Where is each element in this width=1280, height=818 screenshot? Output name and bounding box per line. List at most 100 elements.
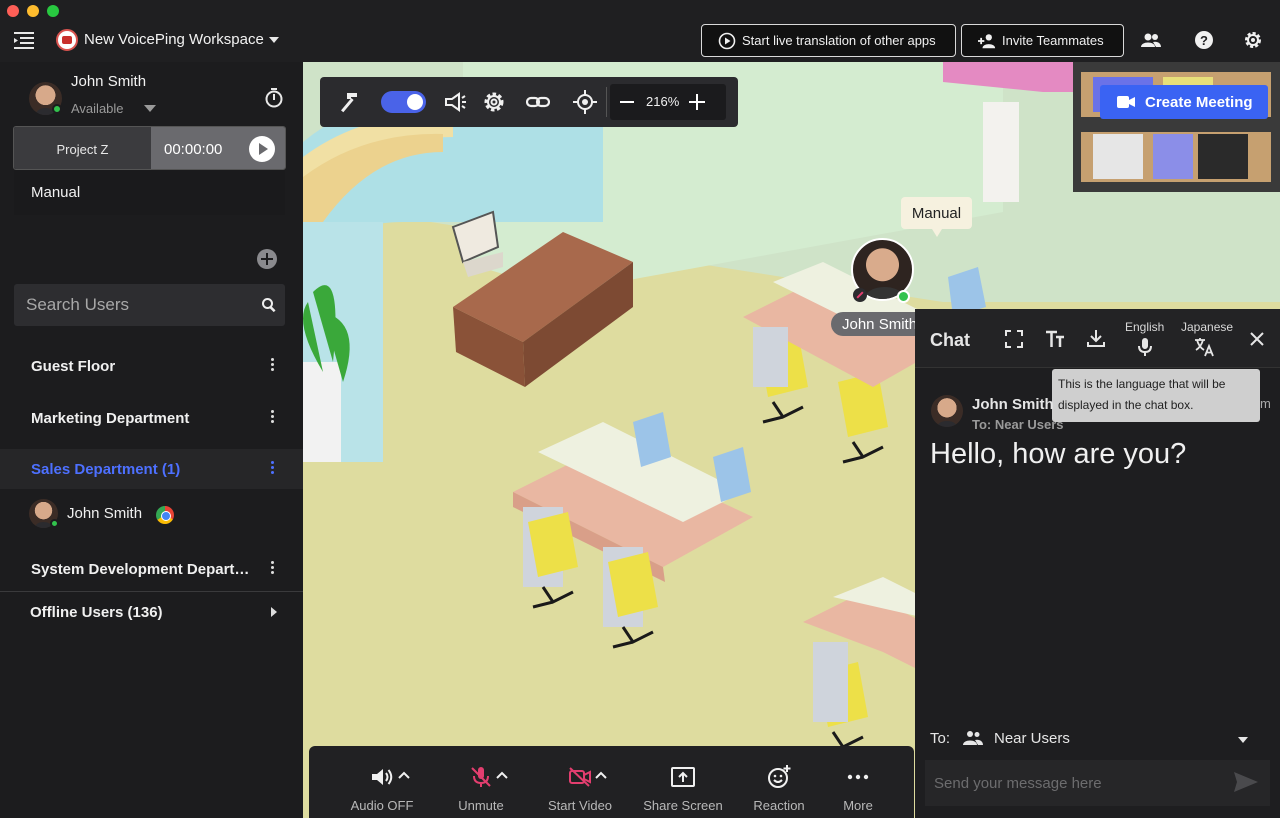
language-tooltip: This is the language that will be displa…	[1052, 369, 1260, 422]
mode-selector[interactable]: Manual	[14, 170, 285, 215]
mic-options-chevron-icon[interactable]	[496, 771, 508, 779]
audio-off-button[interactable]: Audio OFF	[337, 746, 427, 818]
zoom-out-button[interactable]	[620, 101, 634, 103]
help-icon[interactable]: ?	[1194, 30, 1214, 50]
workspace-name[interactable]: New VoicePing Workspace	[84, 31, 264, 48]
toolbar-separator	[606, 87, 607, 117]
message-input[interactable]	[925, 760, 1270, 806]
sidebar-divider	[0, 591, 303, 592]
reaction-button[interactable]: Reaction	[734, 746, 824, 818]
menu-icon[interactable]	[14, 31, 34, 49]
add-group-icon[interactable]	[257, 249, 277, 269]
group-sales-department[interactable]: Sales Department (1)	[0, 449, 303, 489]
close-window-button[interactable]	[7, 5, 19, 17]
settings-gear-icon[interactable]	[1243, 30, 1263, 50]
unmute-button[interactable]: Unmute	[436, 746, 526, 818]
audio-options-chevron-icon[interactable]	[398, 771, 410, 779]
hammer-icon[interactable]	[337, 90, 361, 114]
audio-off-label: Audio OFF	[350, 798, 414, 813]
minimize-window-button[interactable]	[27, 5, 39, 17]
close-icon[interactable]	[1247, 329, 1267, 349]
sidebar: John Smith Available Project Z 00:00:00 …	[0, 62, 303, 818]
start-live-translation-label: Start live translation of other apps	[742, 33, 936, 48]
start-video-button[interactable]: Start Video	[535, 746, 625, 818]
microphone-icon[interactable]	[1135, 337, 1155, 357]
group-label: System Development Depart…	[31, 560, 250, 578]
voiceping-app: New VoicePing Workspace Start live trans…	[0, 0, 1280, 818]
mic-off-icon	[471, 767, 491, 787]
offline-users-toggle[interactable]: Offline Users (136)	[30, 604, 163, 621]
send-icon[interactable]	[1233, 770, 1259, 794]
zoom-level: 216%	[646, 94, 680, 109]
zoom-in-button[interactable]	[689, 94, 705, 110]
play-circle-icon	[718, 32, 736, 50]
start-video-label: Start Video	[547, 798, 613, 813]
more-button[interactable]: More	[813, 746, 903, 818]
message-text: Hello, how are you?	[930, 438, 1187, 470]
group-options-icon[interactable]	[270, 410, 274, 426]
share-screen-button[interactable]: Share Screen	[638, 746, 728, 818]
map-settings-icon[interactable]	[482, 90, 506, 114]
group-marketing-department[interactable]: Marketing Department	[0, 398, 303, 438]
video-off-icon	[569, 767, 591, 787]
share-screen-label: Share Screen	[643, 798, 723, 813]
play-timer-button[interactable]	[249, 136, 275, 162]
video-camera-icon	[1117, 96, 1135, 108]
recipient-select[interactable]: Near Users	[994, 730, 1070, 747]
member-name[interactable]: John Smith	[67, 505, 142, 522]
target-language-label: Japanese	[1181, 320, 1234, 334]
message-sender-name: John Smith	[972, 396, 1054, 413]
invite-teammates-button[interactable]: Invite Teammates	[961, 24, 1124, 57]
text-size-icon[interactable]	[1045, 329, 1065, 349]
map-user-name[interactable]: John Smith	[831, 312, 921, 336]
group-label: Guest Floor	[31, 357, 116, 375]
expand-icon[interactable]	[1004, 329, 1024, 349]
search-users-input[interactable]	[14, 284, 244, 326]
download-icon[interactable]	[1086, 328, 1106, 348]
group-options-icon[interactable]	[270, 561, 274, 577]
project-timer: Project Z 00:00:00	[13, 126, 286, 170]
video-options-chevron-icon[interactable]	[595, 771, 607, 779]
member-online-dot	[50, 519, 59, 528]
recipient-dropdown-icon[interactable]	[1238, 737, 1248, 743]
group-label: Marketing Department	[31, 409, 190, 427]
chat-header: Chat English Japanese	[915, 309, 1280, 368]
message-sender-avatar	[931, 395, 963, 427]
user-status[interactable]: Available	[71, 101, 124, 116]
megaphone-icon[interactable]	[443, 90, 467, 114]
chevron-right-icon[interactable]	[271, 607, 277, 617]
group-label: Sales Department (1)	[31, 460, 181, 478]
chrome-icon	[156, 506, 174, 524]
start-live-translation-button[interactable]: Start live translation of other apps	[701, 24, 956, 57]
locate-me-icon[interactable]	[573, 90, 597, 114]
mic-muted-icon	[853, 288, 867, 302]
title-bar: New VoicePing Workspace Start live trans…	[0, 0, 1280, 62]
workspace-logo	[56, 29, 78, 51]
create-meeting-button[interactable]: Create Meeting	[1100, 85, 1268, 119]
link-icon[interactable]	[526, 90, 550, 114]
search-icon[interactable]	[261, 297, 277, 313]
translate-icon[interactable]	[1194, 337, 1214, 357]
group-options-icon[interactable]	[270, 461, 274, 477]
project-time-display: 00:00:00	[151, 127, 285, 169]
online-status-dot	[52, 104, 62, 114]
maximize-window-button[interactable]	[47, 5, 59, 17]
chat-title: Chat	[930, 330, 970, 350]
source-language-label: English	[1125, 320, 1165, 334]
stopwatch-icon[interactable]	[264, 88, 284, 108]
more-label: More	[843, 798, 873, 813]
project-selector[interactable]: Project Z	[14, 127, 151, 169]
message-recipient: To: Near Users	[972, 417, 1064, 432]
zoom-control: 216%	[610, 84, 726, 120]
group-guest-floor[interactable]: Guest Floor	[0, 346, 303, 386]
status-bubble: Manual	[901, 197, 972, 237]
create-meeting-label: Create Meeting	[1145, 93, 1253, 111]
people-icon[interactable]	[1141, 30, 1161, 50]
follow-mode-toggle[interactable]	[381, 91, 426, 113]
group-system-development[interactable]: System Development Depart…	[0, 549, 303, 589]
status-dropdown-icon[interactable]	[144, 105, 156, 112]
more-dots-icon	[847, 774, 869, 780]
group-options-icon[interactable]	[270, 358, 274, 374]
unmute-label: Unmute	[458, 798, 504, 813]
workspace-dropdown-icon[interactable]	[269, 37, 279, 43]
